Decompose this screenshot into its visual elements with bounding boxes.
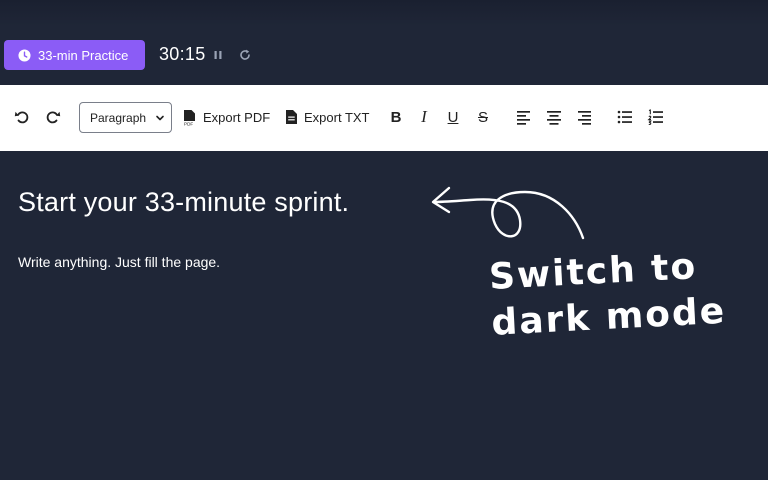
block-format-select[interactable]: Paragraph <box>79 102 172 133</box>
clock-icon <box>18 48 31 62</box>
italic-icon[interactable]: I <box>415 107 433 126</box>
dark-mode-hint: Switch to dark mode <box>488 243 727 347</box>
top-strip <box>0 0 768 26</box>
curly-arrow-icon <box>431 186 585 240</box>
block-format-value: Paragraph <box>90 110 147 125</box>
align-right-icon[interactable] <box>575 108 593 126</box>
numbered-list-icon[interactable] <box>647 108 665 126</box>
timer-bar: 33-min Practice 30:15 <box>0 26 768 84</box>
text-file-icon <box>286 110 297 124</box>
redo-icon[interactable] <box>44 108 62 126</box>
align-left-icon[interactable] <box>515 108 533 126</box>
practice-mode-label: 33-min Practice <box>38 47 129 63</box>
chevron-down-icon <box>156 115 164 121</box>
document-body[interactable]: Write anything. Just fill the page. <box>18 254 220 270</box>
pdf-file-icon: PDF <box>184 109 195 126</box>
bold-icon[interactable]: B <box>387 108 405 126</box>
practice-mode-button[interactable]: 33-min Practice <box>4 40 145 70</box>
bullet-list-icon[interactable] <box>616 108 634 126</box>
timer-display: 30:15 <box>159 44 206 64</box>
document-title[interactable]: Start your 33-minute sprint. <box>18 187 349 218</box>
export-txt-label: Export TXT <box>304 109 370 125</box>
pause-icon[interactable] <box>211 48 225 62</box>
editor-app: 33-min Practice 30:15 Paragraph PDF Expo… <box>0 0 768 480</box>
svg-text:PDF: PDF <box>184 121 193 125</box>
export-pdf-label: Export PDF <box>203 109 271 125</box>
reset-icon[interactable] <box>238 48 252 62</box>
align-center-icon[interactable] <box>545 108 563 126</box>
export-pdf-button[interactable]: PDF Export PDF <box>183 108 270 126</box>
undo-icon[interactable] <box>13 108 31 126</box>
underline-icon[interactable]: U <box>444 108 462 126</box>
strikethrough-icon[interactable]: S <box>474 108 492 126</box>
editor-toolbar: Paragraph PDF Export PDF Export TXT B I … <box>0 85 768 151</box>
export-txt-button[interactable]: Export TXT <box>285 108 370 126</box>
